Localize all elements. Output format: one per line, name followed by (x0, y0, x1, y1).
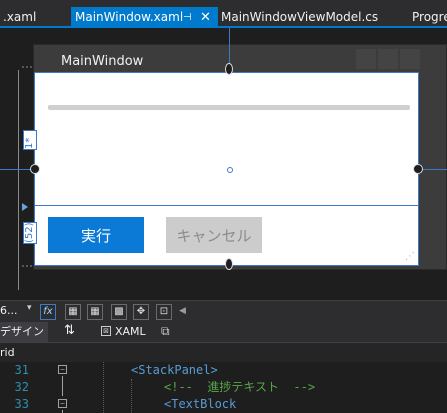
window-content-grid[interactable]: 実行 キャンセル ⋰ (34, 72, 419, 266)
maximize-button (378, 49, 398, 69)
tab-xaml-file[interactable]: .xaml (3, 7, 36, 28)
execute-button[interactable]: 実行 (48, 217, 144, 253)
left-resize-handle[interactable] (30, 164, 40, 174)
minimize-button (356, 49, 376, 69)
code-line: 32 <!-- 進捗テキスト --> (0, 379, 447, 396)
code-text: <!-- 進捗テキスト --> (164, 380, 316, 394)
view-switch-bar: デザイン ⇅ ⊠ XAML ⧉ (0, 322, 447, 342)
window-title: MainWindow (61, 54, 144, 69)
fx-effects-button[interactable]: fx (40, 304, 56, 320)
xaml-icon: ⊠ (101, 326, 111, 336)
snap-lines-icon[interactable]: ✥ (133, 304, 149, 320)
grid-toggle-icon[interactable]: ▦ (65, 304, 81, 320)
tab-xaml[interactable]: XAML (115, 325, 146, 338)
bottom-resize-handle[interactable] (225, 258, 233, 270)
project-code-icon[interactable]: ⊡ (156, 304, 172, 320)
swap-panes-icon[interactable]: ⇅ (64, 323, 75, 338)
tab-mainwindow-xaml[interactable]: MainWindow.xaml ⊣ ✕ (71, 7, 218, 28)
line-number: 32 (14, 380, 29, 394)
right-resize-handle[interactable] (413, 164, 423, 174)
cancel-button[interactable]: キャンセル (166, 217, 262, 253)
top-resize-handle[interactable] (225, 63, 233, 75)
code-text: <TextBlock (164, 397, 237, 411)
line-number: 31 (14, 363, 29, 377)
overflow-left-icon[interactable]: ◀ (179, 306, 186, 316)
zoom-dropdown-icon[interactable]: ▾ (27, 303, 32, 313)
code-line: 33 − <TextBlock (0, 396, 447, 413)
pin-icon[interactable]: ⊣ (183, 7, 192, 28)
snap-grid-icon[interactable]: ▦ (87, 304, 103, 320)
artboard-background-icon[interactable]: ▩ (111, 304, 127, 320)
tab-mainwindowviewmodel-cs[interactable]: MainWindowViewModel.cs (221, 7, 378, 28)
row-height-52-label[interactable]: (52) (23, 222, 37, 244)
fold-collapse-icon[interactable]: − (58, 365, 67, 374)
tab-design[interactable]: デザイン (0, 322, 48, 342)
xaml-designer-surface[interactable]: MainWindow 実行 キャンセル ⋰ 1* (52) (0, 28, 447, 300)
close-icon[interactable]: ✕ (200, 7, 211, 28)
tab-progress-file[interactable]: Progre (412, 7, 447, 28)
zoom-level[interactable]: 6... (0, 304, 18, 317)
designer-toolbar: 6... ▾ fx ▦ ▦ ▩ ✥ ⊡ ◀ (0, 300, 447, 323)
progress-bar[interactable] (48, 105, 410, 110)
popout-icon[interactable]: ⧉ (161, 324, 170, 339)
breadcrumb: rid (0, 342, 447, 362)
grid-row-ruler (18, 70, 19, 290)
grid-row-divider[interactable] (35, 205, 418, 206)
code-line: 31 − <StackPanel> (0, 362, 447, 379)
line-number: 33 (14, 397, 29, 411)
row-height-star-label[interactable]: 1* (23, 130, 37, 150)
document-tab-strip: .xaml MainWindow.xaml ⊣ ✕ MainWindowView… (0, 0, 447, 28)
center-anchor (227, 167, 233, 173)
resize-grip-icon[interactable]: ⋰ (405, 252, 415, 262)
xaml-code-editor[interactable]: 31 − <StackPanel> 32 <!-- 進捗テキスト --> 33 … (0, 362, 447, 413)
row-marker-arrow-icon (22, 203, 28, 211)
close-window-button (400, 49, 420, 69)
fold-collapse-icon[interactable]: − (58, 399, 67, 408)
tab-mainwindow-label: MainWindow.xaml (75, 10, 184, 24)
breadcrumb-item-grid[interactable]: rid (0, 346, 15, 359)
code-text: <StackPanel> (131, 363, 218, 377)
